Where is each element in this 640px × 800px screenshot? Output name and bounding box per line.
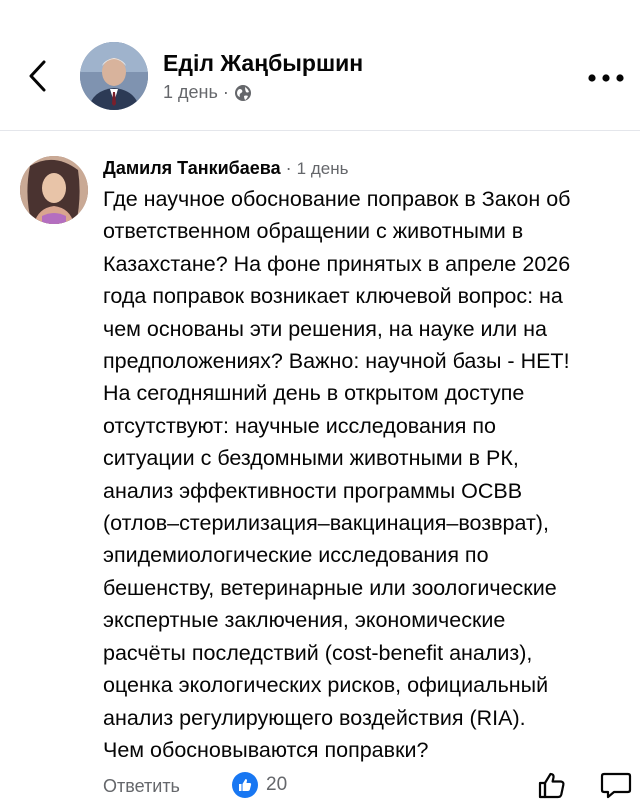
comment-line: оценка экологических рисков, официальный xyxy=(103,673,549,698)
back-button[interactable] xyxy=(22,56,58,96)
comment-line: чем основаны эти решения, на науке или н… xyxy=(103,316,547,341)
like-thumb-icon xyxy=(239,779,252,791)
like-reaction-badge[interactable] xyxy=(232,772,258,798)
comment-line: (отлов–стерилизация–вакцинация–возврат), xyxy=(103,511,549,536)
comment-line: предположениях? Важно: научной базы - НЕ… xyxy=(103,349,570,374)
thumb-up-outline-icon xyxy=(538,772,565,799)
commenter-avatar-image xyxy=(20,156,88,224)
comment-header: Дамиля Танкибаева · 1 день xyxy=(103,158,348,179)
comment-line: анализ эффективности программы ОСВВ xyxy=(103,478,523,503)
comment-line: отсутствуют: научные исследования по xyxy=(103,413,497,438)
comment-text: Где научное обоснование поправок в Закон… xyxy=(103,183,638,766)
comment-line: Казахстане? На фоне принятых в апреле 20… xyxy=(103,251,571,276)
comment-line: Чем обосновываются поправки? xyxy=(103,737,429,762)
comment-line: анализ регулирующего воздействия (RIA). xyxy=(103,705,526,730)
author-avatar-image xyxy=(80,42,148,110)
comment-button[interactable] xyxy=(600,770,632,800)
comment-line: эпидемиологические исследования по xyxy=(103,543,489,568)
like-count: 20 xyxy=(266,774,288,795)
post-time: 1 день xyxy=(163,82,218,102)
chevron-left-icon xyxy=(29,60,46,92)
more-horizontal-icon xyxy=(588,74,624,82)
post-header: Еділ Жаңбыршин 1 день · xyxy=(0,0,640,130)
reply-button[interactable]: Ответить xyxy=(103,776,180,797)
post-meta: 1 день · xyxy=(163,82,252,103)
more-options-button[interactable] xyxy=(586,68,626,88)
commenter-avatar[interactable] xyxy=(20,156,88,224)
comment-meta-separator: · xyxy=(285,158,292,178)
comment-line: Где научное обоснование поправок в Закон… xyxy=(103,187,571,211)
comment-line: ответственном обращении с животными в xyxy=(103,219,524,244)
commenter-name[interactable]: Дамиля Танкибаева xyxy=(103,158,281,179)
comment-actions: Ответить 20 xyxy=(0,766,640,800)
comment-time: 1 день xyxy=(296,159,349,178)
like-button[interactable] xyxy=(537,770,567,800)
comment-bubble-icon xyxy=(600,772,632,799)
meta-separator: · xyxy=(222,82,229,102)
comment-line: ситуации с бездомными животными в РК, xyxy=(103,446,519,471)
globe-icon xyxy=(234,84,251,101)
comment-line: бешенству, ветеринарные или зоологически… xyxy=(103,575,557,600)
header-divider xyxy=(0,130,640,131)
author-name[interactable]: Еділ Жаңбыршин xyxy=(163,50,363,77)
comment-line: расчёты последствий (cost-benefit анализ… xyxy=(103,640,533,665)
comment-line: экспертные заключения, экономические xyxy=(103,608,506,633)
author-avatar[interactable] xyxy=(80,42,148,110)
comment-line: На сегодняшний день в открытом доступе xyxy=(103,381,525,406)
post-comment-screen: Еділ Жаңбыршин 1 день · Дамиля Танкибаев… xyxy=(0,0,640,800)
comment-line: года поправок возникает ключевой вопрос:… xyxy=(103,284,563,309)
